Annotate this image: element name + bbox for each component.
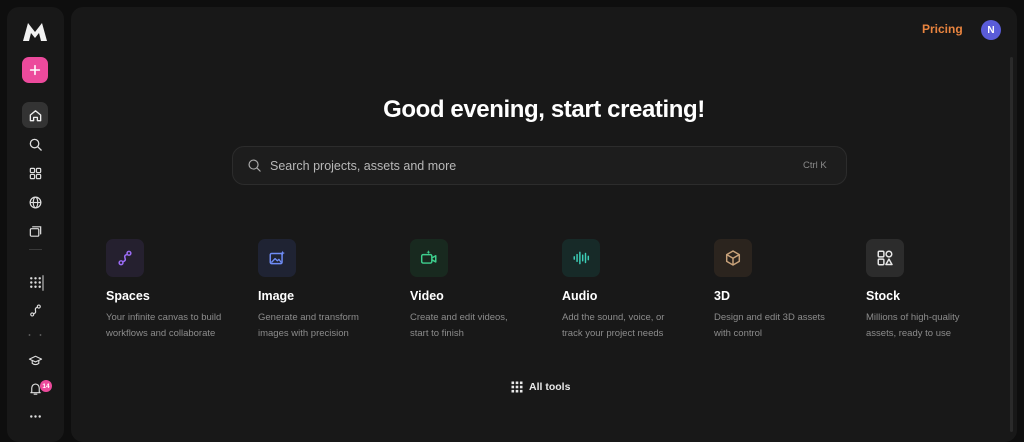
main-panel: Pricing N Good evening, start creating! … bbox=[71, 7, 1017, 442]
card-description: Create and edit videos, start to finish bbox=[410, 312, 508, 339]
card-description: Generate and transform images with preci… bbox=[258, 312, 359, 339]
notification-badge: 14 bbox=[40, 380, 52, 392]
sidebar-item-home[interactable] bbox=[22, 102, 48, 128]
sidebar-item-learn[interactable] bbox=[22, 347, 48, 373]
sidebar-collapsed-dots-icon bbox=[28, 325, 42, 336]
search-shortcut: Ctrl K bbox=[803, 160, 827, 171]
all-tools-button[interactable]: All tools bbox=[511, 379, 570, 395]
sidebar-item-library[interactable] bbox=[22, 218, 48, 244]
spaces-icon bbox=[106, 239, 144, 277]
tool-card-stock[interactable]: Stock Millions of high-quality assets, r… bbox=[866, 239, 1006, 341]
card-title: Video bbox=[410, 289, 444, 303]
pricing-link[interactable]: Pricing bbox=[922, 22, 963, 36]
card-title: Audio bbox=[562, 289, 598, 303]
video-sparkle-icon bbox=[410, 239, 448, 277]
sidebar-item-search[interactable] bbox=[22, 131, 48, 157]
sidebar-divider bbox=[29, 249, 42, 250]
sidebar-item-community[interactable] bbox=[22, 189, 48, 215]
page-title: Good evening, start creating! bbox=[383, 96, 705, 123]
sidebar: 14 bbox=[7, 7, 64, 442]
apps-grid-icon bbox=[29, 167, 41, 179]
m-logo-icon[interactable] bbox=[21, 21, 49, 43]
card-title: Image bbox=[258, 289, 295, 303]
tool-card-spaces[interactable]: Spaces Your infinite canvas to build wor… bbox=[106, 239, 246, 341]
tool-card-video[interactable]: Video Create and edit videos, start to f… bbox=[410, 239, 550, 341]
spaces-icon bbox=[29, 303, 41, 316]
home-icon bbox=[29, 109, 41, 121]
card-description: Millions of high-quality assets, ready t… bbox=[866, 312, 960, 339]
card-description: Your infinite canvas to build workflows … bbox=[106, 312, 222, 339]
shapes-icon bbox=[866, 239, 904, 277]
search-icon bbox=[29, 138, 42, 151]
plus-icon bbox=[29, 64, 41, 76]
card-title: Spaces bbox=[106, 289, 150, 303]
sidebar-item-spaces[interactable] bbox=[22, 297, 48, 323]
sidebar-item-apps[interactable] bbox=[22, 160, 48, 186]
card-description: Add the sound, voice, or track your proj… bbox=[562, 312, 665, 339]
waveform-icon bbox=[562, 239, 600, 277]
avatar[interactable]: N bbox=[981, 20, 1001, 40]
graduation-cap-icon bbox=[28, 355, 42, 365]
new-button[interactable] bbox=[22, 57, 48, 83]
search-input[interactable] bbox=[270, 156, 750, 176]
image-sparkle-icon bbox=[258, 239, 296, 277]
all-tools-label: All tools bbox=[529, 381, 571, 393]
sidebar-scrollbar[interactable] bbox=[42, 275, 44, 291]
sidebar-item-more[interactable] bbox=[22, 403, 48, 429]
tool-card-image[interactable]: Image Generate and transform images with… bbox=[258, 239, 398, 341]
globe-icon bbox=[29, 196, 41, 208]
search-bar[interactable]: Ctrl K bbox=[232, 146, 847, 185]
card-title: Stock bbox=[866, 289, 901, 303]
library-icon bbox=[29, 225, 41, 237]
grid-dots-icon bbox=[511, 381, 523, 393]
search-icon bbox=[248, 159, 261, 172]
card-title: 3D bbox=[714, 289, 730, 303]
more-icon bbox=[29, 414, 41, 418]
grid-dots-icon bbox=[29, 276, 41, 288]
tool-card-audio[interactable]: Audio Add the sound, voice, or track you… bbox=[562, 239, 702, 341]
tool-card-3d[interactable]: 3D Design and edit 3D assets with contro… bbox=[714, 239, 854, 341]
sidebar-item-tools[interactable] bbox=[22, 269, 48, 295]
cube-icon bbox=[714, 239, 752, 277]
card-description: Design and edit 3D assets with control bbox=[714, 312, 825, 339]
